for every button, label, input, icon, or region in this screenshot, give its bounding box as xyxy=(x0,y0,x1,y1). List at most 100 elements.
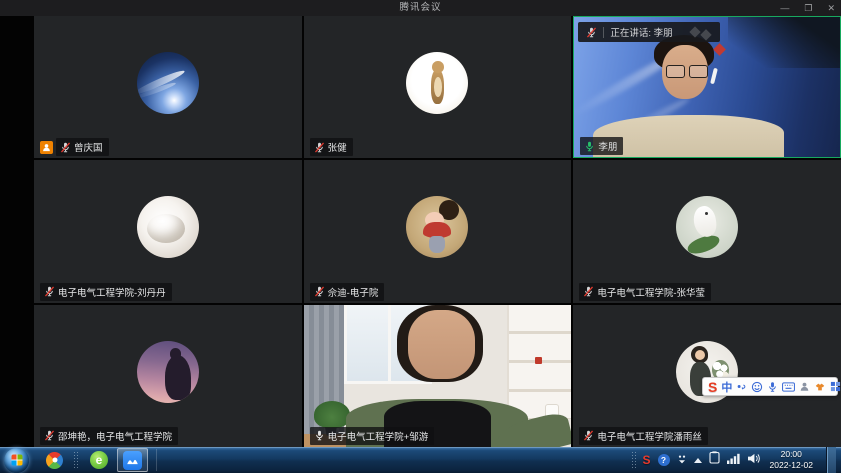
participant-tile-5[interactable]: 佘迪-电子院 xyxy=(304,160,572,302)
participant-name: 张健 xyxy=(328,140,347,154)
participant-avatar xyxy=(406,52,468,114)
soft-keyboard-button[interactable] xyxy=(782,382,795,392)
participant-avatar xyxy=(406,196,468,258)
taskbar-clock[interactable]: 20:00 2022-12-02 xyxy=(770,449,813,470)
text-service-icon[interactable] xyxy=(677,451,687,469)
voice-input-button[interactable] xyxy=(767,381,778,393)
volume-icon[interactable] xyxy=(747,451,760,469)
tencent-meeting-taskbar-button[interactable] xyxy=(117,448,148,472)
diamond xyxy=(700,29,711,40)
participant-name: 李朋 xyxy=(598,139,617,153)
participant-nameplate: 电子电气工程学院潘雨丝 xyxy=(579,427,708,445)
participant-avatar xyxy=(137,196,199,258)
login-button[interactable] xyxy=(799,381,810,392)
participant-name: 电子电气工程学院-张华莹 xyxy=(597,285,705,299)
participant-nameplate: 邵坤艳，电子电气工程学院 xyxy=(40,427,178,445)
participant-avatar xyxy=(137,341,199,403)
mic-on-icon xyxy=(314,430,325,441)
tray-grip[interactable] xyxy=(631,451,636,469)
minimize-button[interactable]: — xyxy=(780,0,789,16)
participant-tile-4[interactable]: 电子电气工程学院-刘丹丹 xyxy=(34,160,302,302)
show-hidden-icons-button[interactable] xyxy=(694,458,702,463)
participant-tile-8[interactable]: 电子电气工程学院+邹游 xyxy=(304,305,572,447)
person-earphone xyxy=(711,67,719,83)
desktop: 腾讯会议 — ❐ ✕ xyxy=(0,0,841,473)
clock-time: 20:00 xyxy=(770,449,813,460)
diamond xyxy=(689,26,700,37)
avatar-art xyxy=(170,348,182,360)
tablet-device-icon[interactable] xyxy=(709,451,720,469)
toolbox-button[interactable] xyxy=(830,381,841,392)
participant-tile-6[interactable]: 电子电气工程学院-张华莹 xyxy=(573,160,841,302)
network-icon[interactable] xyxy=(727,451,740,469)
skin-button[interactable] xyxy=(814,382,826,392)
punctuation-button[interactable] xyxy=(736,381,747,392)
window-title: 腾讯会议 xyxy=(0,0,841,16)
restore-button[interactable]: ❐ xyxy=(804,0,812,16)
host-badge-icon xyxy=(40,141,53,154)
help-tray-icon[interactable]: ? xyxy=(658,454,670,466)
avatar-art xyxy=(165,355,191,400)
mic-muted-icon xyxy=(60,142,71,153)
window-titlebar: 腾讯会议 — ❐ ✕ xyxy=(0,0,841,16)
plant xyxy=(314,401,350,428)
mic-muted-icon xyxy=(44,430,55,441)
windows-logo-icon xyxy=(11,455,22,466)
avatar-art xyxy=(695,350,706,361)
pinwheel-app-icon[interactable] xyxy=(46,452,63,469)
speaking-banner: 正在讲话: 李朋 xyxy=(578,22,719,42)
mic-muted-icon xyxy=(44,286,55,297)
avatar-art xyxy=(147,214,185,244)
shelf-toy xyxy=(535,357,542,364)
participant-tile-3-active-speaker[interactable]: 正在讲话: 李朋 李朋 xyxy=(573,16,841,158)
emoji-button[interactable] xyxy=(751,381,763,393)
system-tray: S ? 20:00 2022-12-02 xyxy=(631,447,837,473)
participant-tile-2[interactable]: 张健 xyxy=(304,16,572,158)
participant-avatar xyxy=(137,52,199,114)
tencent-meeting-icon xyxy=(123,451,142,470)
person-glasses xyxy=(665,65,709,78)
participant-tile-7[interactable]: 邵坤艳，电子电气工程学院 xyxy=(34,305,302,447)
taskbar: e S ? 20:00 xyxy=(0,447,841,473)
window-controls: — ❐ ✕ xyxy=(780,0,835,16)
ime-toolbar: S 中 xyxy=(702,377,838,396)
participant-nameplate: 曾庆国 xyxy=(40,138,109,156)
participant-name: 电子电气工程学院潘雨丝 xyxy=(597,429,702,443)
participant-name: 曾庆国 xyxy=(74,140,103,154)
participant-nameplate: 电子电气工程学院-张华莹 xyxy=(579,283,711,301)
green-e-browser-icon[interactable]: e xyxy=(90,451,108,469)
participant-name: 电子电气工程学院+邹游 xyxy=(328,429,429,443)
background-art xyxy=(713,43,726,56)
mic-speaking-icon xyxy=(584,141,595,152)
chinese-mode-button[interactable]: 中 xyxy=(721,379,732,395)
mic-muted-icon xyxy=(586,27,597,38)
participant-name: 邵坤艳，电子电气工程学院 xyxy=(58,429,172,443)
participant-nameplate: 张健 xyxy=(310,138,353,156)
avatar-art xyxy=(705,212,708,215)
participant-tile-1[interactable]: 曾庆国 xyxy=(34,16,302,158)
start-button[interactable] xyxy=(4,448,29,473)
divider xyxy=(603,27,604,38)
mic-muted-icon xyxy=(314,142,325,153)
taskbar-grip[interactable] xyxy=(73,451,78,469)
participant-nameplate: 电子电气工程学院+邹游 xyxy=(310,427,435,445)
participant-nameplate: 李朋 xyxy=(580,137,623,155)
clock-date: 2022-12-02 xyxy=(770,460,813,471)
close-button[interactable]: ✕ xyxy=(827,0,835,16)
participant-name: 电子电气工程学院-刘丹丹 xyxy=(58,285,166,299)
sogou-logo-icon[interactable]: S xyxy=(708,380,717,394)
avatar-art xyxy=(429,236,445,253)
taskbar-divider xyxy=(156,449,157,471)
participant-name: 佘迪-电子院 xyxy=(328,285,379,299)
participant-tile-9[interactable]: 电子电气工程学院潘雨丝 xyxy=(573,305,841,447)
participant-avatar xyxy=(676,196,738,258)
participant-nameplate: 电子电气工程学院-刘丹丹 xyxy=(40,283,172,301)
sogou-tray-icon[interactable]: S xyxy=(643,453,651,467)
mic-muted-icon xyxy=(583,286,594,297)
person-face xyxy=(408,310,475,378)
avatar-art xyxy=(691,205,717,239)
speaking-banner-text: 正在讲话: 李朋 xyxy=(610,25,672,39)
show-desktop-button[interactable] xyxy=(826,447,836,473)
diamond-decoration-icon xyxy=(691,28,710,36)
mic-muted-icon xyxy=(583,430,594,441)
